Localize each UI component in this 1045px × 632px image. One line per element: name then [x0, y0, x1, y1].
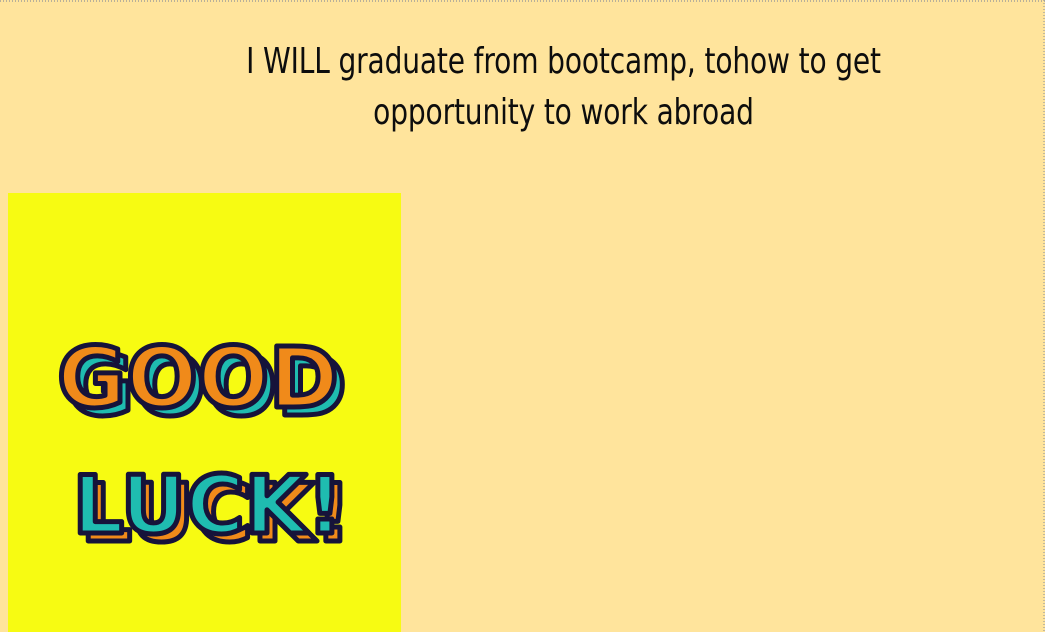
good-luck-graphic: GOOD GOOD LUCK! LUCK!	[55, 327, 354, 563]
page-heading: I WILL graduate from bootcamp, tohow to …	[246, 41, 881, 133]
good-word: GOOD	[57, 329, 339, 427]
good-luck-image: GOOD GOOD LUCK! LUCK!	[8, 193, 401, 632]
page-top-edge	[0, 0, 1045, 2]
luck-word: LUCK!	[73, 459, 343, 552]
